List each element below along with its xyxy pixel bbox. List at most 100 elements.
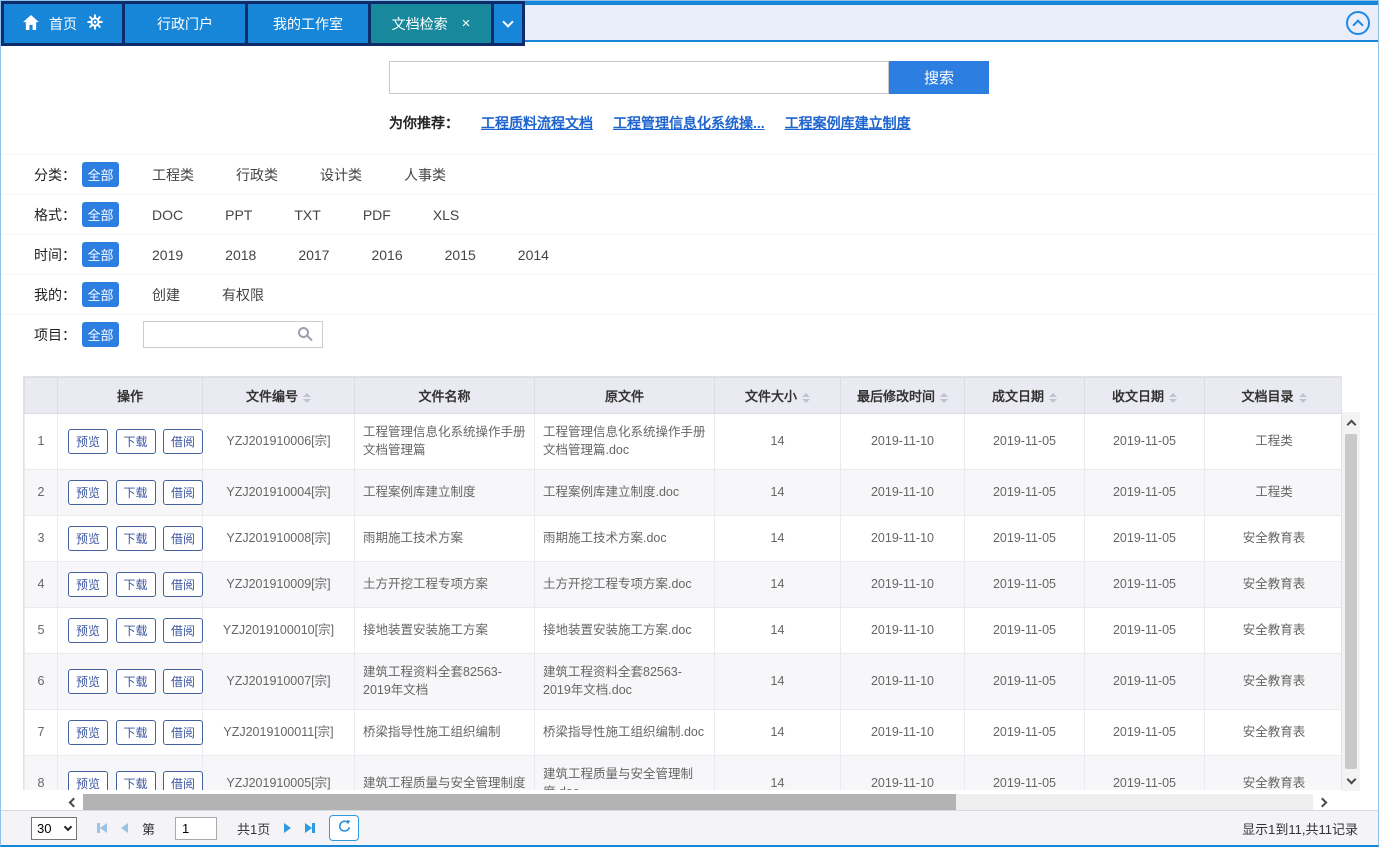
filter-option[interactable]: 设计类	[311, 161, 371, 189]
current-page-input[interactable]	[175, 817, 217, 840]
original-file-cell: 建筑工程质量与安全管理制度.doc	[535, 756, 715, 791]
col-directory[interactable]: 文档目录	[1205, 378, 1343, 414]
preview-button[interactable]: 预览	[68, 480, 108, 505]
borrow-button[interactable]: 借阅	[163, 480, 203, 505]
filter-all-button[interactable]: 全部	[82, 202, 119, 227]
row-actions: 预览 下载 借阅	[58, 562, 203, 608]
filter-option[interactable]: 行政类	[227, 161, 287, 189]
sort-icon[interactable]	[303, 393, 311, 403]
next-page-button[interactable]	[284, 823, 291, 833]
sort-icon[interactable]	[940, 393, 948, 403]
filter-option[interactable]: TXT	[285, 203, 329, 227]
search-input[interactable]	[389, 61, 889, 94]
preview-button[interactable]: 预览	[68, 669, 108, 694]
filter-all-button[interactable]: 全部	[82, 322, 119, 347]
preview-button[interactable]: 预览	[68, 720, 108, 745]
borrow-button[interactable]: 借阅	[163, 429, 203, 454]
table-row: 8 预览 下载 借阅 YZJ201910005[宗] 建筑工程质量与安全管理制度…	[25, 756, 1343, 791]
search-icon[interactable]	[298, 327, 309, 338]
filter-option[interactable]: 2018	[216, 243, 265, 267]
horizontal-scroll-track[interactable]	[83, 794, 1313, 811]
preview-button[interactable]: 预览	[68, 618, 108, 643]
col-file-number[interactable]: 文件编号	[203, 378, 355, 414]
received-date-cell: 2019-11-05	[1085, 470, 1205, 516]
borrow-button[interactable]: 借阅	[163, 618, 203, 643]
filter-all-button[interactable]: 全部	[82, 242, 119, 267]
filter-option[interactable]: 工程类	[143, 161, 203, 189]
preview-button[interactable]: 预览	[68, 572, 108, 597]
last-page-button[interactable]	[305, 823, 315, 833]
col-last-modified[interactable]: 最后修改时间	[841, 378, 965, 414]
vertical-scrollbar[interactable]	[1342, 412, 1360, 791]
tab-doc-search[interactable]: 文档检索 ×	[371, 4, 491, 43]
first-page-button[interactable]	[97, 823, 107, 833]
directory-cell: 安全教育表	[1205, 562, 1343, 608]
preview-button[interactable]: 预览	[68, 526, 108, 551]
download-button[interactable]: 下载	[116, 720, 156, 745]
filter-option[interactable]: 2014	[509, 243, 558, 267]
recommend-link-2[interactable]: 工程管理信息化系统操...	[613, 113, 765, 133]
download-button[interactable]: 下载	[116, 669, 156, 694]
tab-list-dropdown[interactable]	[494, 4, 522, 43]
filter-option[interactable]: 有权限	[213, 281, 273, 309]
filter-option[interactable]: PPT	[216, 203, 261, 227]
filter-option[interactable]: 人事类	[395, 161, 455, 189]
sort-icon[interactable]	[1169, 393, 1177, 403]
prev-page-button[interactable]	[121, 823, 128, 833]
download-button[interactable]: 下载	[116, 572, 156, 597]
last-modified-cell: 2019-11-10	[841, 756, 965, 791]
scroll-up-button[interactable]	[1348, 412, 1355, 432]
preview-button[interactable]: 预览	[68, 771, 108, 790]
gear-icon[interactable]	[87, 14, 103, 33]
borrow-button[interactable]: 借阅	[163, 572, 203, 597]
close-icon[interactable]: ×	[462, 16, 471, 31]
filter-option[interactable]: 2016	[362, 243, 411, 267]
collapse-toolbar-button[interactable]	[1346, 11, 1370, 35]
page-size-select[interactable]: 30	[31, 817, 77, 840]
preview-button[interactable]: 预览	[68, 429, 108, 454]
scroll-down-button[interactable]	[1348, 771, 1355, 791]
filter-all-button[interactable]: 全部	[82, 162, 119, 187]
col-file-size[interactable]: 文件大小	[715, 378, 841, 414]
borrow-button[interactable]: 借阅	[163, 720, 203, 745]
scroll-left-button[interactable]	[61, 792, 83, 812]
refresh-button[interactable]	[329, 815, 359, 841]
sort-icon[interactable]	[1049, 393, 1057, 403]
sort-icon[interactable]	[1299, 393, 1307, 403]
file-size-cell: 14	[715, 756, 841, 791]
recommend-link-1[interactable]: 工程质料流程文档	[481, 113, 593, 133]
vertical-scroll-thumb[interactable]	[1345, 434, 1357, 769]
search-button[interactable]: 搜索	[889, 61, 989, 94]
filter-option[interactable]: XLS	[424, 203, 468, 227]
download-button[interactable]: 下载	[116, 526, 156, 551]
filter-option[interactable]: 2015	[436, 243, 485, 267]
sort-icon[interactable]	[802, 393, 810, 403]
filter-option[interactable]: 创建	[143, 281, 189, 309]
horizontal-scroll-thumb[interactable]	[83, 794, 956, 811]
col-created-date[interactable]: 成文日期	[965, 378, 1085, 414]
filter-all-button[interactable]: 全部	[82, 282, 119, 307]
borrow-button[interactable]: 借阅	[163, 669, 203, 694]
scroll-right-button[interactable]	[1313, 792, 1335, 812]
borrow-button[interactable]: 借阅	[163, 771, 203, 790]
refresh-icon	[337, 819, 352, 837]
filter-option[interactable]: 2017	[289, 243, 338, 267]
project-search-input[interactable]	[143, 321, 323, 348]
col-index	[25, 378, 58, 414]
recommend-link-3[interactable]: 工程案例库建立制度	[785, 113, 911, 133]
horizontal-scrollbar[interactable]	[61, 792, 1335, 812]
tab-my-studio[interactable]: 我的工作室	[248, 4, 368, 43]
download-button[interactable]: 下载	[116, 480, 156, 505]
filter-option[interactable]: DOC	[143, 203, 192, 227]
tab-label: 文档检索	[392, 14, 448, 34]
filter-option[interactable]: PDF	[354, 203, 400, 227]
download-button[interactable]: 下载	[116, 429, 156, 454]
filter-option[interactable]: 2019	[143, 243, 192, 267]
download-button[interactable]: 下载	[116, 771, 156, 790]
file-number-cell: YZJ201910004[宗]	[203, 470, 355, 516]
col-received-date[interactable]: 收文日期	[1085, 378, 1205, 414]
download-button[interactable]: 下载	[116, 618, 156, 643]
tab-admin-portal[interactable]: 行政门户	[125, 4, 245, 43]
tab-home[interactable]: 首页	[4, 4, 122, 43]
borrow-button[interactable]: 借阅	[163, 526, 203, 551]
